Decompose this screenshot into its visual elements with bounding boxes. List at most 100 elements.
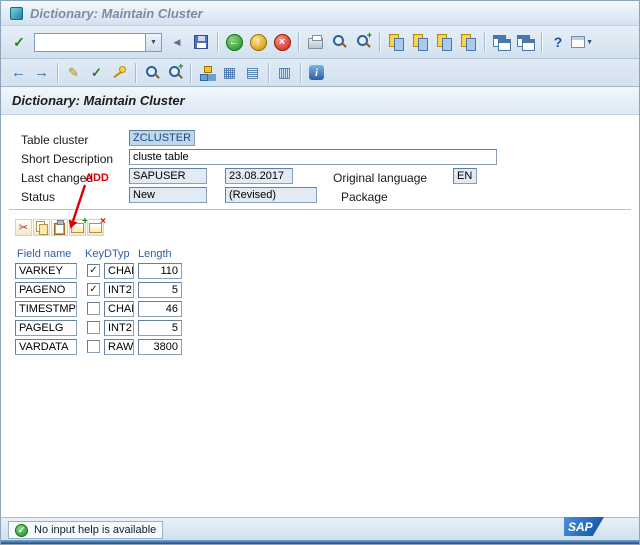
table-grid-icon: ▦ (222, 64, 237, 80)
status-message-panel: ✓ No input help is available (8, 521, 164, 539)
application-toolbar: ← → ✎ ✓ + ▦ ▤ ▥ i (1, 59, 639, 87)
length-input[interactable]: 3800 (138, 339, 182, 355)
command-dropdown-button[interactable]: ▼ (146, 32, 162, 52)
chevron-down-icon: ▼ (586, 38, 593, 46)
table-contents-button[interactable]: ▦ (219, 62, 240, 83)
sap-window: Dictionary: Maintain Cluster ✓ ▼ ◀ ← ↑ ×… (0, 0, 640, 545)
dtyp-input[interactable]: RAW (104, 339, 134, 355)
exit-button[interactable]: ↑ (247, 31, 269, 53)
column-header-length: Length (138, 248, 172, 260)
table-cluster-label: Table cluster (21, 133, 89, 147)
sap-logo-text: SAP (568, 519, 593, 534)
activate-button[interactable] (109, 62, 130, 83)
short-description-label: Short Description (21, 152, 114, 166)
toolbar-separator (217, 32, 218, 52)
length-input[interactable]: 5 (138, 282, 182, 298)
last-page-button[interactable] (457, 31, 479, 53)
package-label: Package (341, 190, 388, 204)
last-page-icon (460, 34, 476, 51)
cancel-icon: × (273, 33, 291, 51)
copy-button[interactable] (33, 219, 50, 236)
print-icon (307, 35, 323, 49)
original-language-field[interactable]: EN (453, 168, 477, 184)
save-button[interactable] (190, 31, 212, 53)
columns-grid-icon: ▥ (277, 64, 292, 80)
field-name-input[interactable]: PAGELG (15, 320, 77, 336)
key-checkbox[interactable] (87, 302, 100, 315)
key-checkbox[interactable] (87, 340, 100, 353)
screen-title-bar: Dictionary: Maintain Cluster (1, 87, 639, 115)
collapse-button[interactable]: ◀ (166, 31, 188, 53)
first-page-button[interactable] (385, 31, 407, 53)
rows-grid-icon: ▤ (245, 64, 260, 80)
chevron-left-icon: ◀ (173, 36, 181, 47)
window-title: Dictionary: Maintain Cluster (30, 5, 203, 21)
technical-settings-button[interactable]: ▤ (242, 62, 263, 83)
find-next-icon: + (355, 30, 372, 50)
standard-toolbar: ✓ ▼ ◀ ← ↑ × + ? ▼ (1, 26, 639, 59)
key-checkbox[interactable]: ✓ (87, 264, 100, 277)
status-field[interactable]: New (129, 187, 207, 203)
hierarchy-button[interactable] (196, 62, 217, 83)
display-change-button[interactable]: ✎ (63, 62, 84, 83)
cancel-button[interactable]: × (271, 31, 293, 53)
command-field: ▼ (34, 32, 162, 52)
exit-icon: ↑ (249, 33, 267, 51)
cut-button[interactable]: ✂ (15, 219, 32, 236)
where-used-button[interactable]: + (164, 61, 185, 83)
back-button[interactable]: ← (223, 31, 245, 53)
nav-back-button[interactable]: ← (8, 62, 29, 83)
check-button[interactable]: ✓ (86, 62, 107, 83)
length-input[interactable]: 46 (138, 301, 182, 317)
delete-badge: × (100, 215, 106, 227)
first-page-icon (388, 34, 404, 51)
last-changed-user-field[interactable]: SAPUSER (129, 168, 207, 184)
nav-forward-button[interactable]: → (31, 62, 52, 83)
info-icon: i (309, 65, 324, 80)
new-session-button[interactable] (490, 31, 512, 53)
field-name-input[interactable]: PAGENO (15, 282, 77, 298)
key-checkbox[interactable]: ✓ (87, 283, 100, 296)
last-changed-date-field[interactable]: 23.08.2017 (225, 168, 293, 184)
layout-menu-icon (571, 36, 586, 48)
enter-check-icon: ✓ (13, 33, 25, 50)
help-icon: ? (553, 34, 563, 50)
length-input[interactable]: 110 (138, 263, 182, 279)
find-next-button[interactable]: + (352, 30, 374, 53)
layout-menu-button[interactable]: ▼ (571, 31, 593, 53)
help-button[interactable]: ? (547, 31, 569, 53)
create-shortcut-icon (516, 34, 535, 51)
dtyp-input[interactable]: INT2 (104, 320, 134, 336)
activate-icon (112, 65, 127, 80)
enter-button[interactable]: ✓ (8, 31, 30, 53)
create-shortcut-button[interactable] (514, 31, 536, 53)
window-bottom-edge (1, 540, 639, 544)
dtyp-input[interactable]: CHAR (104, 263, 134, 279)
field-name-input[interactable]: VARDATA (15, 339, 77, 355)
previous-page-button[interactable] (409, 31, 431, 53)
info-button[interactable]: i (306, 62, 327, 83)
indexes-button[interactable]: ▥ (274, 62, 295, 83)
next-page-button[interactable] (433, 31, 455, 53)
find-button[interactable] (328, 31, 350, 53)
toolbar-separator (300, 62, 301, 83)
magnifier-icon (144, 65, 160, 81)
previous-page-icon (412, 34, 428, 51)
next-page-icon (436, 34, 452, 51)
status-revised-field[interactable]: (Revised) (225, 187, 317, 203)
dtyp-input[interactable]: CHAR (104, 301, 134, 317)
print-button[interactable] (304, 31, 326, 53)
key-checkbox[interactable] (87, 321, 100, 334)
original-language-label: Original language (333, 171, 428, 185)
field-name-input[interactable]: VARKEY (15, 263, 77, 279)
table-cluster-field[interactable]: ZCLUSTER (129, 130, 195, 146)
command-input[interactable] (34, 32, 146, 52)
field-name-input[interactable]: TIMESTMP (15, 301, 77, 317)
chevron-down-icon: ▼ (150, 38, 157, 46)
analyze-button[interactable] (141, 62, 162, 83)
toolbar-separator (268, 62, 269, 83)
short-description-field[interactable]: cluste table (129, 149, 497, 165)
save-icon (194, 35, 208, 49)
length-input[interactable]: 5 (138, 320, 182, 336)
dtyp-input[interactable]: INT2 (104, 282, 134, 298)
